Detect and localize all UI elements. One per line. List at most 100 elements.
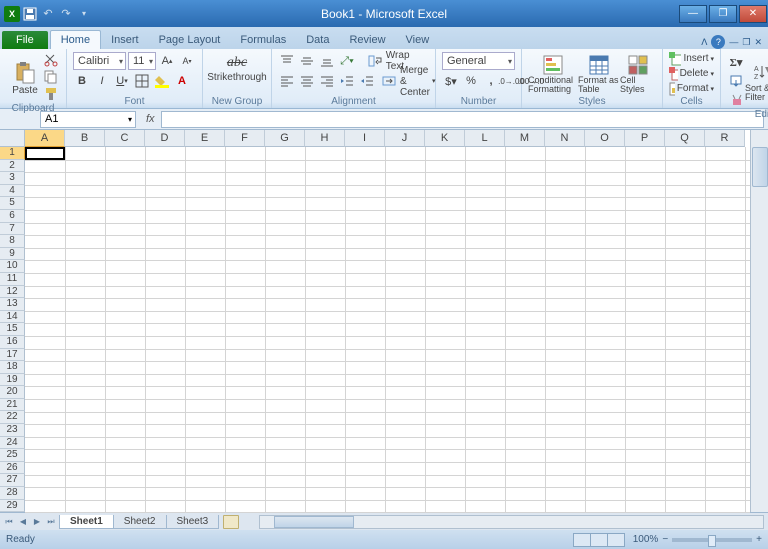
file-tab[interactable]: File bbox=[2, 31, 48, 49]
row-header[interactable]: 14 bbox=[0, 311, 25, 324]
zoom-slider[interactable] bbox=[672, 538, 752, 542]
maximize-button[interactable]: ❐ bbox=[709, 5, 737, 23]
tab-view[interactable]: View bbox=[396, 31, 440, 49]
column-header[interactable]: L bbox=[465, 130, 505, 147]
tab-formulas[interactable]: Formulas bbox=[230, 31, 296, 49]
align-middle-icon[interactable] bbox=[298, 52, 316, 70]
format-as-table-button[interactable]: Format as Table bbox=[578, 51, 620, 94]
tab-insert[interactable]: Insert bbox=[101, 31, 149, 49]
paste-button[interactable]: Paste bbox=[6, 51, 44, 103]
name-box[interactable]: A1 bbox=[40, 111, 136, 128]
align-right-icon[interactable] bbox=[318, 72, 336, 90]
select-all-corner[interactable] bbox=[0, 130, 25, 147]
underline-button[interactable]: U▾ bbox=[113, 72, 131, 90]
column-header[interactable]: B bbox=[65, 130, 105, 147]
font-size-combo[interactable]: 11 bbox=[128, 52, 156, 70]
zoom-out-button[interactable]: − bbox=[662, 534, 668, 545]
sheet-tab-1[interactable]: Sheet1 bbox=[59, 515, 114, 529]
align-bottom-icon[interactable] bbox=[318, 52, 336, 70]
sheet-nav-last-icon[interactable]: ⏭ bbox=[44, 517, 58, 527]
shrink-font-icon[interactable]: A▾ bbox=[178, 52, 196, 70]
conditional-formatting-button[interactable]: Conditional Formatting bbox=[528, 51, 578, 94]
row-header[interactable]: 6 bbox=[0, 210, 25, 223]
row-header[interactable]: 21 bbox=[0, 399, 25, 412]
row-header[interactable]: 25 bbox=[0, 449, 25, 462]
row-header[interactable]: 13 bbox=[0, 298, 25, 311]
column-header[interactable]: G bbox=[265, 130, 305, 147]
font-name-combo[interactable]: Calibri bbox=[73, 52, 126, 70]
row-header[interactable]: 7 bbox=[0, 223, 25, 236]
column-header[interactable]: A bbox=[25, 130, 65, 147]
insert-cells-button[interactable]: Insert▾ bbox=[669, 51, 714, 66]
number-format-combo[interactable]: General bbox=[442, 52, 515, 70]
doc-restore-icon[interactable]: ❐ bbox=[742, 37, 750, 48]
column-header[interactable]: D bbox=[145, 130, 185, 147]
grow-font-icon[interactable]: A▴ bbox=[158, 52, 176, 70]
copy-icon[interactable] bbox=[44, 70, 60, 86]
redo-icon[interactable]: ↷ bbox=[58, 6, 74, 22]
column-header[interactable]: J bbox=[385, 130, 425, 147]
tab-home[interactable]: Home bbox=[50, 30, 101, 49]
row-header[interactable]: 11 bbox=[0, 273, 25, 286]
orientation-icon[interactable]: ⤢▾ bbox=[338, 52, 356, 70]
cut-icon[interactable] bbox=[44, 53, 60, 69]
row-header[interactable]: 24 bbox=[0, 437, 25, 450]
row-header[interactable]: 18 bbox=[0, 361, 25, 374]
column-header[interactable]: Q bbox=[665, 130, 705, 147]
delete-cells-button[interactable]: Delete▾ bbox=[669, 66, 714, 81]
row-header[interactable]: 28 bbox=[0, 487, 25, 500]
new-sheet-button[interactable] bbox=[223, 515, 239, 529]
qat-dropdown-icon[interactable]: ▾ bbox=[76, 6, 92, 22]
sheet-nav-prev-icon[interactable]: ◀ bbox=[16, 517, 30, 527]
view-normal-icon[interactable] bbox=[573, 533, 591, 547]
row-header[interactable]: 5 bbox=[0, 197, 25, 210]
row-header[interactable]: 1 bbox=[0, 147, 25, 160]
format-painter-icon[interactable] bbox=[44, 87, 60, 103]
row-header[interactable]: 17 bbox=[0, 349, 25, 362]
zoom-in-button[interactable]: + bbox=[756, 534, 762, 545]
row-header[interactable]: 3 bbox=[0, 172, 25, 185]
undo-icon[interactable]: ↶ bbox=[40, 6, 56, 22]
minimize-button[interactable]: — bbox=[679, 5, 707, 23]
sheet-nav-next-icon[interactable]: ▶ bbox=[30, 517, 44, 527]
sheet-tab-2[interactable]: Sheet2 bbox=[113, 515, 167, 529]
sort-filter-button[interactable]: AZ Sort & Filter bbox=[745, 51, 768, 109]
increase-indent-icon[interactable] bbox=[358, 72, 376, 90]
strikethrough-button[interactable]: abc Strikethrough bbox=[209, 51, 265, 83]
column-header[interactable]: P bbox=[625, 130, 665, 147]
clear-icon[interactable] bbox=[727, 91, 745, 109]
format-cells-button[interactable]: Format▾ bbox=[669, 81, 714, 96]
formula-input[interactable] bbox=[161, 111, 764, 128]
minimize-ribbon-icon[interactable]: ᐱ bbox=[701, 37, 707, 48]
column-header[interactable]: C bbox=[105, 130, 145, 147]
column-header[interactable]: M bbox=[505, 130, 545, 147]
bold-button[interactable]: B bbox=[73, 72, 91, 90]
horizontal-scrollbar[interactable] bbox=[259, 515, 764, 529]
row-header[interactable]: 16 bbox=[0, 336, 25, 349]
row-header[interactable]: 2 bbox=[0, 160, 25, 173]
tab-data[interactable]: Data bbox=[296, 31, 339, 49]
row-header[interactable]: 15 bbox=[0, 323, 25, 336]
column-header[interactable]: O bbox=[585, 130, 625, 147]
decrease-indent-icon[interactable] bbox=[338, 72, 356, 90]
fill-icon[interactable] bbox=[727, 72, 745, 90]
wrap-text-icon[interactable] bbox=[366, 52, 384, 70]
align-center-icon[interactable] bbox=[298, 72, 316, 90]
sheet-nav-first-icon[interactable]: ⏮ bbox=[2, 517, 16, 527]
autosum-icon[interactable]: Σ▾ bbox=[727, 53, 745, 71]
row-header[interactable]: 20 bbox=[0, 386, 25, 399]
fill-color-icon[interactable] bbox=[153, 72, 171, 90]
close-button[interactable]: ✕ bbox=[739, 5, 767, 23]
row-header[interactable]: 19 bbox=[0, 374, 25, 387]
doc-close-icon[interactable]: ✕ bbox=[754, 37, 762, 48]
vertical-scrollbar[interactable] bbox=[750, 130, 768, 512]
border-icon[interactable] bbox=[133, 72, 151, 90]
column-header[interactable]: N bbox=[545, 130, 585, 147]
fx-icon[interactable]: fx bbox=[146, 113, 155, 125]
row-header[interactable]: 9 bbox=[0, 248, 25, 261]
row-header[interactable]: 22 bbox=[0, 411, 25, 424]
sheet-tab-3[interactable]: Sheet3 bbox=[166, 515, 220, 529]
save-icon[interactable] bbox=[22, 6, 38, 22]
column-header[interactable]: F bbox=[225, 130, 265, 147]
italic-button[interactable]: I bbox=[93, 72, 111, 90]
